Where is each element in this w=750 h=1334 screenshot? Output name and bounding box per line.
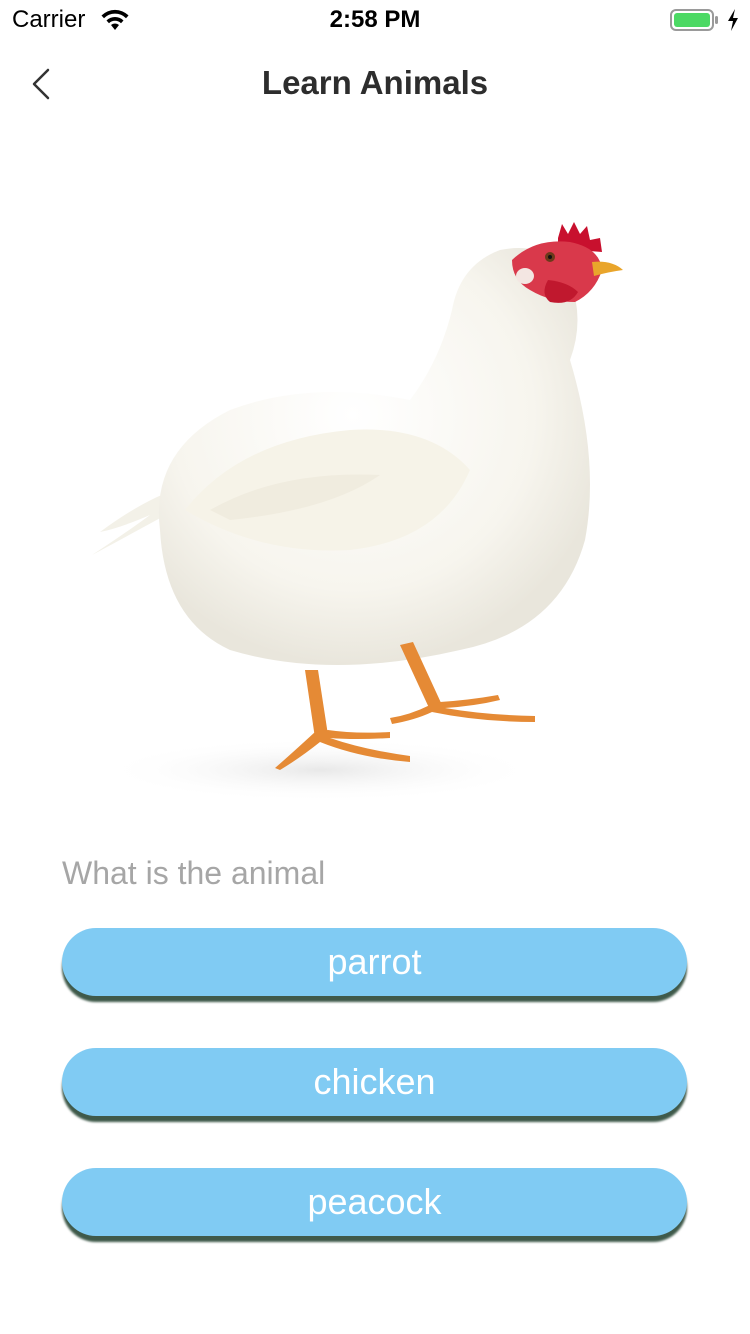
answer-label: peacock bbox=[307, 1181, 442, 1222]
charging-bolt-icon bbox=[728, 9, 738, 31]
answer-button-peacock[interactable]: peacock bbox=[62, 1168, 687, 1236]
page-title: Learn Animals bbox=[261, 64, 489, 101]
clock: 2:58 PM bbox=[329, 6, 421, 33]
answer-label: chicken bbox=[313, 1061, 436, 1102]
question-text: What is the animal bbox=[62, 855, 326, 891]
answer-button-chicken[interactable]: chicken bbox=[62, 1048, 687, 1116]
battery-icon bbox=[670, 9, 718, 31]
answer-label: parrot bbox=[327, 941, 422, 982]
status-bar: Carrier 2:58 PM bbox=[0, 0, 750, 40]
answer-button-parrot[interactable]: parrot bbox=[62, 928, 687, 996]
chicken-image bbox=[92, 222, 623, 802]
navigation-bar: Learn Animals bbox=[0, 50, 750, 118]
